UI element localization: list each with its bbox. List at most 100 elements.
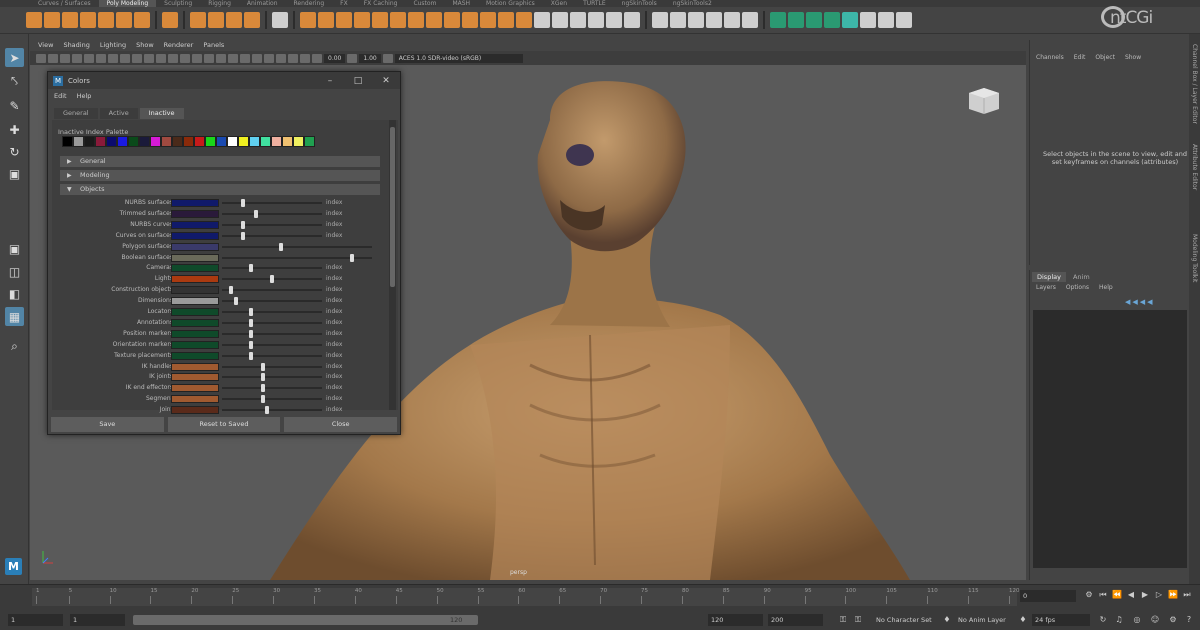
index-slider[interactable]: [222, 329, 322, 338]
maximize-icon[interactable]: □: [344, 76, 372, 86]
rotate-tool-icon[interactable]: ↻: [5, 142, 24, 161]
smooth-shade-icon[interactable]: [168, 53, 178, 63]
offset-edge-loop-icon[interactable]: [742, 12, 758, 28]
color-swatch[interactable]: [171, 308, 219, 316]
slider-handle[interactable]: [261, 384, 266, 393]
index-slider[interactable]: [222, 384, 322, 393]
connect-icon[interactable]: [688, 12, 704, 28]
extrude-icon[interactable]: [426, 12, 442, 28]
shadows-icon[interactable]: [216, 53, 226, 63]
poly-disc-icon[interactable]: [134, 12, 150, 28]
palette-swatch[interactable]: [227, 136, 238, 147]
right-panel-tab[interactable]: Attribute Editor: [1191, 144, 1198, 190]
index-slider[interactable]: [222, 253, 372, 262]
anim-layer-dropdown[interactable]: No Anim Layer: [958, 614, 1006, 626]
channel-box-menu-item[interactable]: Channels: [1036, 54, 1064, 61]
index-slider[interactable]: [222, 395, 322, 404]
character-set-dropdown[interactable]: No Character Set: [876, 614, 932, 626]
boolean-icon[interactable]: [354, 12, 370, 28]
paint-select-icon[interactable]: ✎: [5, 96, 24, 115]
slider-handle[interactable]: [248, 308, 253, 316]
close-button[interactable]: Close: [284, 417, 398, 432]
slider-handle[interactable]: [261, 362, 266, 371]
color-swatch[interactable]: [171, 286, 219, 295]
multi-cut-icon[interactable]: [652, 12, 668, 28]
field-chart-icon[interactable]: [120, 53, 130, 63]
sweep-mesh-icon[interactable]: [208, 12, 224, 28]
merge-icon[interactable]: [480, 12, 496, 28]
color-swatch[interactable]: [171, 318, 219, 327]
index-slider[interactable]: [222, 264, 322, 273]
scale-tool-icon[interactable]: ▣: [5, 164, 24, 183]
index-slider[interactable]: [222, 209, 322, 218]
shelf-tab[interactable]: ngSkinTools: [614, 0, 665, 7]
shelf-tab[interactable]: Poly Modeling: [98, 0, 157, 7]
settings-icon[interactable]: ⚙: [1084, 589, 1094, 601]
mirror-icon[interactable]: [372, 12, 388, 28]
palette-swatch[interactable]: [150, 136, 161, 147]
slider-handle[interactable]: [248, 351, 253, 360]
viewport-menu-item[interactable]: Panels: [203, 40, 224, 51]
palette-swatch[interactable]: [62, 136, 73, 147]
reset-to-saved-button[interactable]: Reset to Saved: [167, 417, 281, 432]
isolate-select-icon[interactable]: [264, 53, 274, 63]
playback-end-field[interactable]: 120: [708, 614, 763, 626]
slider-handle[interactable]: [241, 231, 246, 240]
fill-hole-icon[interactable]: [444, 12, 460, 28]
slider-handle[interactable]: [233, 297, 238, 306]
fps-dropdown[interactable]: 24 fps: [1032, 614, 1090, 626]
time-slider-track[interactable]: 1 5 10 15 20 25 30 35 40 45 50 55 60 65 70 75 80 85 90 95 10…: [32, 588, 1020, 606]
color-swatch[interactable]: [171, 329, 219, 338]
index-slider[interactable]: [222, 242, 372, 251]
wedge-icon[interactable]: [552, 12, 568, 28]
anim-layer-icon[interactable]: ♦: [1018, 614, 1028, 626]
palette-swatch[interactable]: [128, 136, 139, 147]
slider-handle[interactable]: [241, 199, 246, 207]
image-plane-icon[interactable]: [60, 53, 70, 63]
safe-title-icon[interactable]: [144, 53, 154, 63]
ambient-occlusion-icon[interactable]: [228, 53, 238, 63]
section-modeling[interactable]: ▶ Modeling: [60, 170, 380, 181]
color-swatch[interactable]: [171, 220, 219, 229]
insert-edge-loop-icon[interactable]: [724, 12, 740, 28]
layer-editor-menu-item[interactable]: Layers: [1036, 284, 1056, 291]
append-polygon-icon[interactable]: [462, 12, 478, 28]
wireframe-on-shaded-icon[interactable]: [180, 53, 190, 63]
uv-spherical-icon[interactable]: [806, 12, 822, 28]
caching-icon[interactable]: ◎: [1132, 614, 1142, 626]
poly-cone-icon[interactable]: [80, 12, 96, 28]
person-icon[interactable]: ☺: [1150, 614, 1160, 626]
color-swatch[interactable]: [171, 351, 219, 360]
slider-handle[interactable]: [248, 318, 253, 327]
playback-range-bar[interactable]: [133, 615, 478, 625]
slider-handle[interactable]: [228, 286, 233, 295]
index-slider[interactable]: [222, 199, 322, 207]
palette-swatch[interactable]: [95, 136, 106, 147]
minimize-icon[interactable]: –: [316, 76, 344, 86]
palette-swatch[interactable]: [249, 136, 260, 147]
save-button[interactable]: Save: [51, 417, 164, 432]
type-text-icon[interactable]: [226, 12, 242, 28]
color-management-icon[interactable]: [382, 53, 393, 63]
current-frame-field[interactable]: 0: [1020, 590, 1076, 602]
use-all-lights-icon[interactable]: [204, 53, 214, 63]
slider-handle[interactable]: [261, 373, 266, 382]
help-icon[interactable]: ?: [1184, 614, 1194, 626]
step-forward-key-icon[interactable]: ⏩: [1168, 589, 1178, 601]
go-to-end-icon[interactable]: ⏭: [1182, 589, 1192, 601]
palette-swatch[interactable]: [194, 136, 205, 147]
sound-icon[interactable]: ♫: [1114, 614, 1124, 626]
uv-unfold-icon[interactable]: [842, 12, 858, 28]
poly-plane-icon[interactable]: [116, 12, 132, 28]
index-slider[interactable]: [222, 220, 322, 229]
slider-handle[interactable]: [248, 340, 253, 349]
textured-icon[interactable]: [192, 53, 202, 63]
palette-swatch[interactable]: [293, 136, 304, 147]
auto-key-icon[interactable]: ⚿: [838, 614, 848, 626]
bevel-icon[interactable]: [390, 12, 406, 28]
palette-swatch[interactable]: [139, 136, 150, 147]
quadrangulate-icon[interactable]: [624, 12, 640, 28]
slider-handle[interactable]: [241, 220, 246, 229]
dialog-tab[interactable]: Active: [99, 108, 138, 119]
index-slider[interactable]: [222, 308, 322, 316]
